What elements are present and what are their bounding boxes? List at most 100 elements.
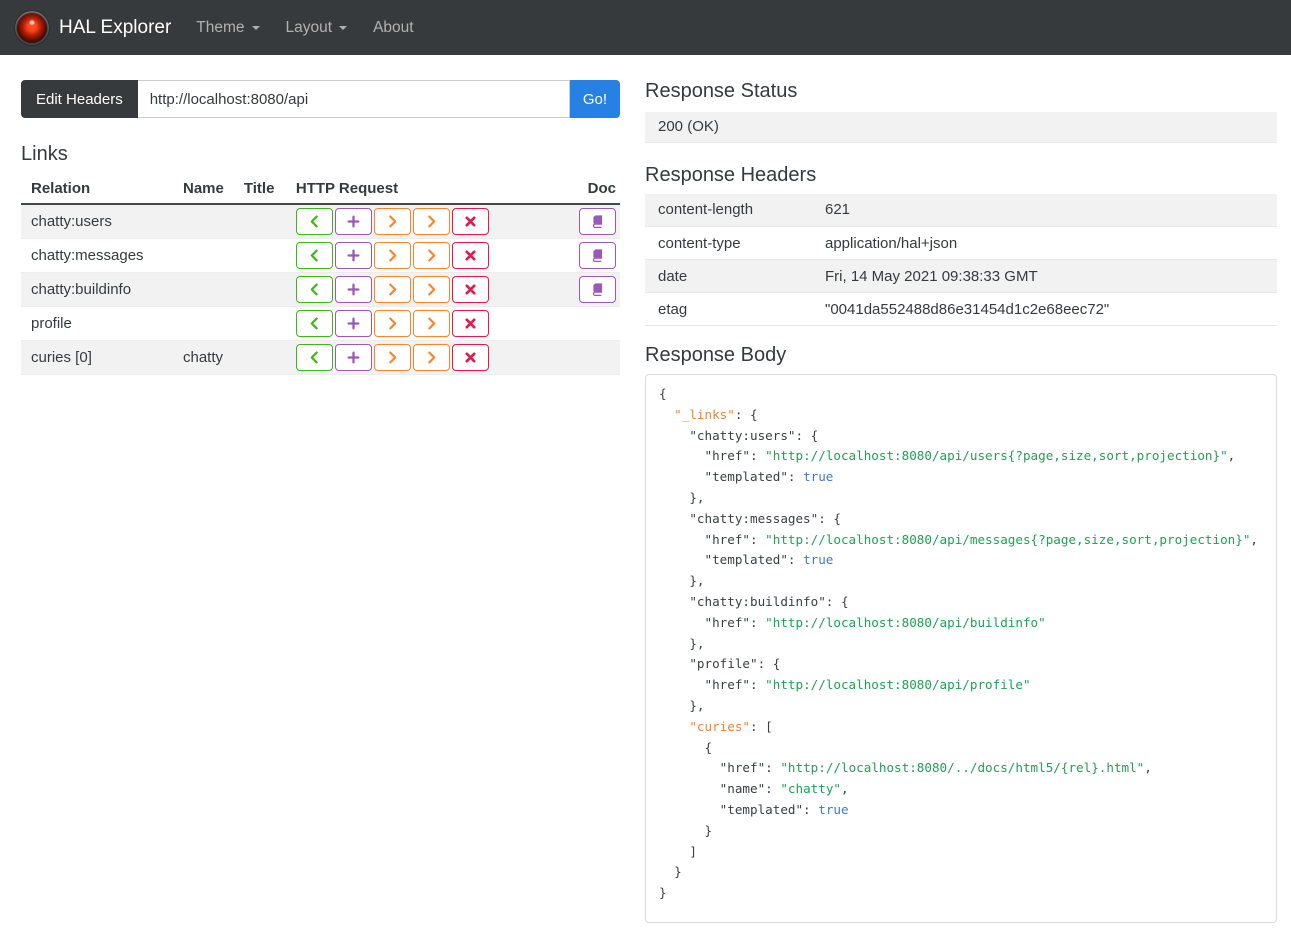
title-cell (234, 341, 286, 375)
json-boolean: true (803, 552, 834, 568)
navbar-menu: Theme Layout About (183, 9, 426, 47)
put-request-button[interactable] (373, 208, 411, 235)
links-table-row: profile (21, 307, 620, 341)
doc-cell (564, 204, 620, 239)
book-icon (592, 249, 603, 262)
json-text (659, 407, 674, 422)
get-request-button[interactable] (295, 344, 333, 371)
put-request-button[interactable] (373, 310, 411, 337)
json-boolean: true (803, 469, 834, 485)
plus-icon (347, 317, 360, 330)
code-line: "href": "http://localhost:8080/api/messa… (659, 530, 1263, 551)
code-line: { (659, 738, 1263, 759)
json-text: , (1227, 448, 1236, 464)
nav-item-theme[interactable]: Theme (183, 9, 272, 47)
cross-icon (465, 216, 476, 227)
response-header-row: etag "0041da552488d86e31454d1c2e68eec72" (645, 293, 1277, 326)
hal-eye-logo-icon (15, 10, 49, 45)
code-line: "templated": true (659, 800, 1263, 821)
json-text: "chatty:messages": { (659, 510, 841, 526)
doc-button[interactable] (579, 276, 616, 303)
relation-cell: chatty:users (31, 213, 112, 230)
response-panel: Response Status 200 (OK) Response Header… (645, 80, 1277, 923)
patch-request-button[interactable] (412, 276, 450, 303)
code-line: } (659, 821, 1263, 842)
delete-request-button[interactable] (451, 344, 489, 371)
json-text: }, (659, 635, 705, 651)
json-text: "templated": (659, 801, 819, 817)
json-text: "templated": (659, 552, 804, 568)
header-name: content-type (658, 234, 741, 252)
response-headers-table: content-length 621 content-type application… (645, 193, 1277, 327)
name-cell (173, 273, 234, 307)
nav-item-layout[interactable]: Layout (273, 9, 361, 47)
json-text: "href": (659, 531, 766, 547)
header-value: Fri, 14 May 2021 09:38:33 GMT (825, 267, 1038, 285)
get-request-button[interactable] (295, 276, 333, 303)
title-cell (234, 307, 286, 341)
put-request-button[interactable] (373, 344, 411, 371)
patch-request-button[interactable] (412, 344, 450, 371)
chevron-right-icon (428, 215, 436, 228)
json-text: }, (659, 489, 705, 505)
response-status-heading: Response Status (645, 80, 798, 102)
code-line: }, (659, 696, 1263, 717)
post-request-button[interactable] (334, 208, 372, 235)
code-line: "templated": true (659, 550, 1263, 571)
json-text: "templated": (659, 469, 804, 485)
response-body-code: { "_links": { "chatty:users": { "href": … (645, 374, 1277, 923)
code-line: "templated": true (659, 467, 1263, 488)
column-header-name: Name (173, 175, 234, 205)
code-line: "name": "chatty", (659, 779, 1263, 800)
patch-request-button[interactable] (412, 208, 450, 235)
post-request-button[interactable] (334, 276, 372, 303)
code-line: }, (659, 634, 1263, 655)
chevron-left-icon (310, 215, 318, 228)
header-value: 621 (825, 201, 851, 219)
response-headers-heading: Response Headers (645, 163, 817, 186)
post-request-button[interactable] (334, 242, 372, 269)
get-request-button[interactable] (295, 242, 333, 269)
column-header-relation: Relation (21, 175, 173, 205)
patch-request-button[interactable] (412, 310, 450, 337)
code-line: "_links": { (659, 405, 1263, 426)
post-request-button[interactable] (334, 310, 372, 337)
put-request-button[interactable] (373, 276, 411, 303)
json-string: "http://localhost:8080/api/profile" (765, 677, 1031, 693)
get-request-button[interactable] (295, 208, 333, 235)
post-request-button[interactable] (334, 344, 372, 371)
json-text: ] (659, 843, 697, 859)
column-header-doc: Doc (564, 175, 620, 205)
chevron-right-icon (428, 283, 436, 296)
request-panel: Edit Headers Go! Links RelationNameTitle… (21, 80, 620, 375)
chevron-left-icon (310, 249, 318, 262)
doc-button[interactable] (579, 242, 616, 269)
relation-cell: chatty:buildinfo (31, 281, 132, 298)
put-request-button[interactable] (373, 242, 411, 269)
nav-item-about[interactable]: About (360, 9, 427, 47)
json-string: "http://localhost:8080/api/users{?page,s… (765, 448, 1228, 464)
brand[interactable]: HAL Explorer (15, 10, 171, 45)
column-header-http-request: HTTP Request (285, 175, 564, 205)
json-text: , (1250, 531, 1259, 547)
url-input[interactable] (137, 80, 570, 118)
links-table-row: chatty:buildinfo (21, 272, 620, 307)
json-text: { (659, 739, 713, 755)
patch-request-button[interactable] (412, 242, 450, 269)
delete-request-button[interactable] (451, 310, 489, 337)
json-text (659, 719, 689, 734)
go-button[interactable]: Go! (569, 80, 620, 118)
get-request-button[interactable] (295, 310, 333, 337)
json-text: } (659, 885, 667, 901)
delete-request-button[interactable] (451, 242, 489, 269)
response-header-row: date Fri, 14 May 2021 09:38:33 GMT (645, 259, 1277, 293)
doc-button[interactable] (579, 208, 616, 235)
chevron-left-icon (310, 283, 318, 296)
header-value: "0041da552488d86e31454d1c2e68eec72" (825, 300, 1110, 318)
chevron-left-icon (310, 351, 318, 364)
links-table-row: chatty:messages (21, 239, 620, 273)
edit-headers-button[interactable]: Edit Headers (21, 80, 138, 118)
delete-request-button[interactable] (451, 276, 489, 303)
delete-request-button[interactable] (451, 208, 489, 235)
cross-icon (465, 284, 476, 295)
